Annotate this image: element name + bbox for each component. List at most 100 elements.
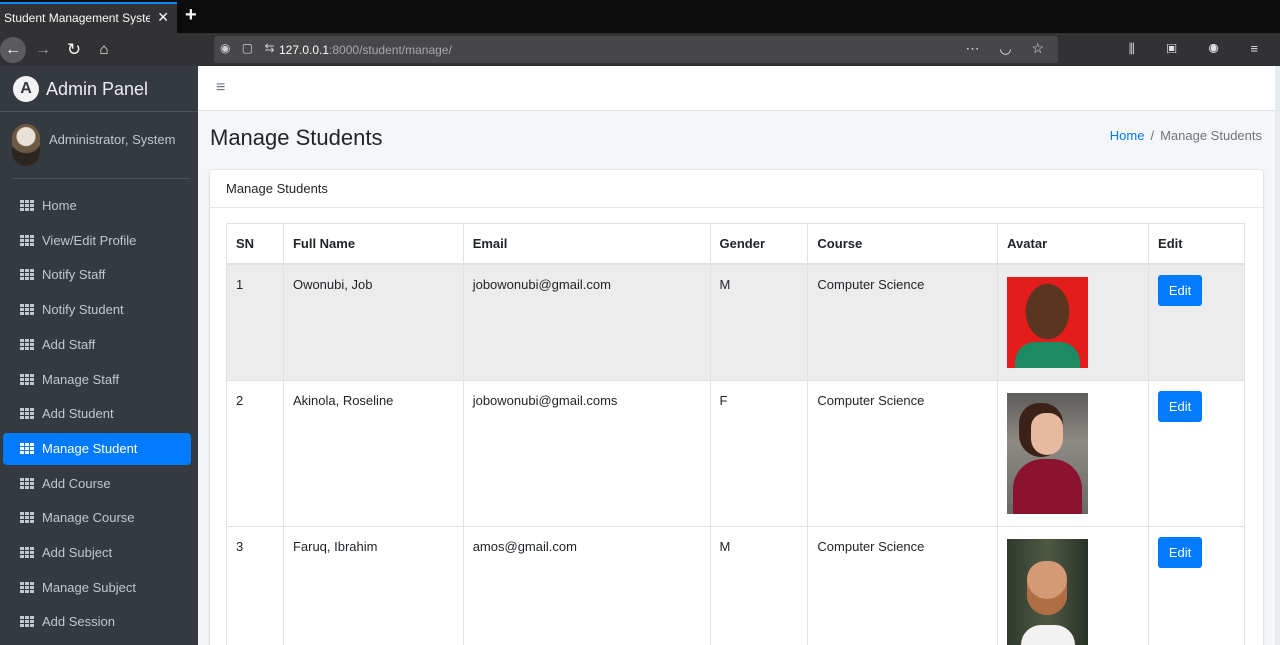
top-navbar: ≡ xyxy=(198,66,1275,111)
sidebar-item-home[interactable]: Home xyxy=(3,190,191,222)
sidebar-item-add-session[interactable]: Add Session xyxy=(3,606,191,638)
cell-avatar xyxy=(997,263,1150,381)
grid-icon xyxy=(20,581,34,593)
home-icon[interactable]: ⌂ xyxy=(91,37,117,63)
grid-icon xyxy=(20,408,34,420)
browser-tab-bar: Student Management System ✕ + xyxy=(0,0,1280,33)
cell-edit: Edit xyxy=(1148,526,1245,645)
student-avatar-image xyxy=(1007,393,1089,514)
column-header-course: Course xyxy=(807,223,999,265)
cell-sn: 1 xyxy=(226,263,284,381)
sidebar-item-add-student[interactable]: Add Student xyxy=(3,398,191,430)
column-header-edit: Edit xyxy=(1148,223,1245,265)
cell-sn: 2 xyxy=(226,380,284,527)
edit-button[interactable]: Edit xyxy=(1158,537,1203,568)
url-bar[interactable]: ◉ ▢ ⇆ 127.0.0.1:8000/student/manage/ ⋯ ◡… xyxy=(214,36,1058,63)
page-actions-icon[interactable]: ⋯ ◡ ☆ xyxy=(965,40,1052,57)
back-icon[interactable]: ← xyxy=(0,37,26,63)
sidebar-item-notify-student[interactable]: Notify Student xyxy=(3,294,191,326)
student-avatar-image xyxy=(1007,277,1089,368)
card-title: Manage Students xyxy=(226,181,328,196)
sidebar: A Admin Panel Administrator, System Home… xyxy=(0,66,198,645)
sidebar-item-label: Add Session xyxy=(42,614,115,630)
url-host: 127.0.0.1 xyxy=(279,43,330,57)
sidebar-item-label: View/Edit Profile xyxy=(42,232,137,248)
edit-button[interactable]: Edit xyxy=(1158,275,1203,306)
cell-gender: F xyxy=(709,380,809,527)
table-row: 1 Owonubi, Job jobowonubi@gmail.com M Co… xyxy=(226,263,1245,381)
sidebar-item-manage-student[interactable]: Manage Student xyxy=(3,432,191,465)
library-icon[interactable]: ⫼ ▣ ◉ ≡ xyxy=(1129,41,1272,57)
forward-icon[interactable]: → xyxy=(30,37,56,63)
grid-icon xyxy=(20,373,34,385)
cell-gender: M xyxy=(709,263,809,381)
cell-sn: 3 xyxy=(226,526,284,645)
grid-icon xyxy=(20,616,34,628)
cell-course: Computer Science xyxy=(807,526,999,645)
column-header-email: Email xyxy=(462,223,711,265)
user-name[interactable]: Administrator, System xyxy=(49,132,175,147)
cell-edit: Edit xyxy=(1148,380,1245,527)
url-text[interactable]: 127.0.0.1:8000/student/manage/ xyxy=(279,43,452,57)
browser-tab-title: Student Management System xyxy=(4,11,150,25)
sidebar-item-add-staff[interactable]: Add Staff xyxy=(3,329,191,361)
grid-icon xyxy=(20,234,34,246)
grid-icon xyxy=(20,442,34,454)
student-avatar-image xyxy=(1007,539,1089,645)
sidebar-item-view-edit-profile[interactable]: View/Edit Profile xyxy=(3,225,191,257)
main-content: ≡ Manage Students Home / Manage Students M… xyxy=(198,66,1280,645)
cell-full-name: Faruq, Ibrahim xyxy=(282,526,464,645)
sidebar-item-label: Manage Subject xyxy=(42,579,136,595)
browser-tab[interactable]: Student Management System ✕ xyxy=(0,2,177,33)
sidebar-item-add-course[interactable]: Add Course xyxy=(3,468,191,500)
scrollbar[interactable] xyxy=(1275,66,1280,645)
sidebar-item-manage-staff[interactable]: Manage Staff xyxy=(3,364,191,396)
sidebar-item-label: Manage Course xyxy=(42,510,135,526)
reload-icon[interactable]: ↻ xyxy=(61,37,87,63)
cell-full-name: Owonubi, Job xyxy=(282,263,464,381)
sidebar-item-label: Add Student xyxy=(42,406,114,422)
column-header-avatar: Avatar xyxy=(997,223,1150,265)
grid-icon xyxy=(20,512,34,524)
close-tab-icon[interactable]: ✕ xyxy=(157,9,169,26)
sidebar-item-label: Manage Staff xyxy=(42,371,120,387)
sidebar-item-label: Home xyxy=(42,198,77,213)
column-header-sn: SN xyxy=(226,223,284,265)
cell-course: Computer Science xyxy=(807,380,999,527)
sidebar-item-manage-subject[interactable]: Manage Subject xyxy=(3,572,191,604)
sidebar-item-add-subject[interactable]: Add Subject xyxy=(3,537,191,569)
grid-icon xyxy=(20,304,34,316)
cell-avatar xyxy=(997,526,1150,645)
breadcrumb-home-link[interactable]: Home xyxy=(1110,128,1145,143)
avatar xyxy=(12,124,40,166)
cell-full-name: Akinola, Roseline xyxy=(282,380,464,527)
table-header-row: SN Full Name Email Gender Course Avatar … xyxy=(226,223,1245,265)
column-header-gender: Gender xyxy=(709,223,809,265)
sidebar-item-label: Notify Staff xyxy=(42,267,106,283)
site-info-icon[interactable]: ◉ ▢ ⇆ xyxy=(220,41,279,55)
cell-email: jobowonubi@gmail.com xyxy=(462,263,711,381)
sidebar-item-notify-staff[interactable]: Notify Staff xyxy=(3,259,191,291)
breadcrumb: Home / Manage Students xyxy=(1110,128,1262,143)
sidebar-item-label: Notify Student xyxy=(42,302,124,318)
sidebar-item-manage-course[interactable]: Manage Course xyxy=(3,502,191,534)
cell-email: amos@gmail.com xyxy=(462,526,711,645)
grid-icon xyxy=(20,477,34,489)
table-row: 2 Akinola, Roseline jobowonubi@gmail.com… xyxy=(226,380,1245,527)
brand-title: Admin Panel xyxy=(46,79,149,99)
grid-icon xyxy=(20,200,34,211)
user-panel: Administrator, System xyxy=(12,112,190,179)
url-path: :8000/student/manage/ xyxy=(329,43,452,57)
cell-email: jobowonubi@gmail.coms xyxy=(462,380,711,527)
new-tab-button[interactable]: + xyxy=(185,4,197,27)
column-header-full-name: Full Name xyxy=(282,223,464,265)
brand-logo-icon: A xyxy=(13,76,39,102)
cell-avatar xyxy=(997,380,1150,527)
menu-toggle-icon[interactable]: ≡ xyxy=(216,79,225,97)
cell-gender: M xyxy=(709,526,809,645)
brand-link[interactable]: A Admin Panel xyxy=(0,66,198,112)
cell-edit: Edit xyxy=(1148,263,1245,381)
sidebar-item-label: Add Subject xyxy=(42,545,113,560)
edit-button[interactable]: Edit xyxy=(1158,391,1203,422)
students-table: SN Full Name Email Gender Course Avatar … xyxy=(226,223,1245,645)
